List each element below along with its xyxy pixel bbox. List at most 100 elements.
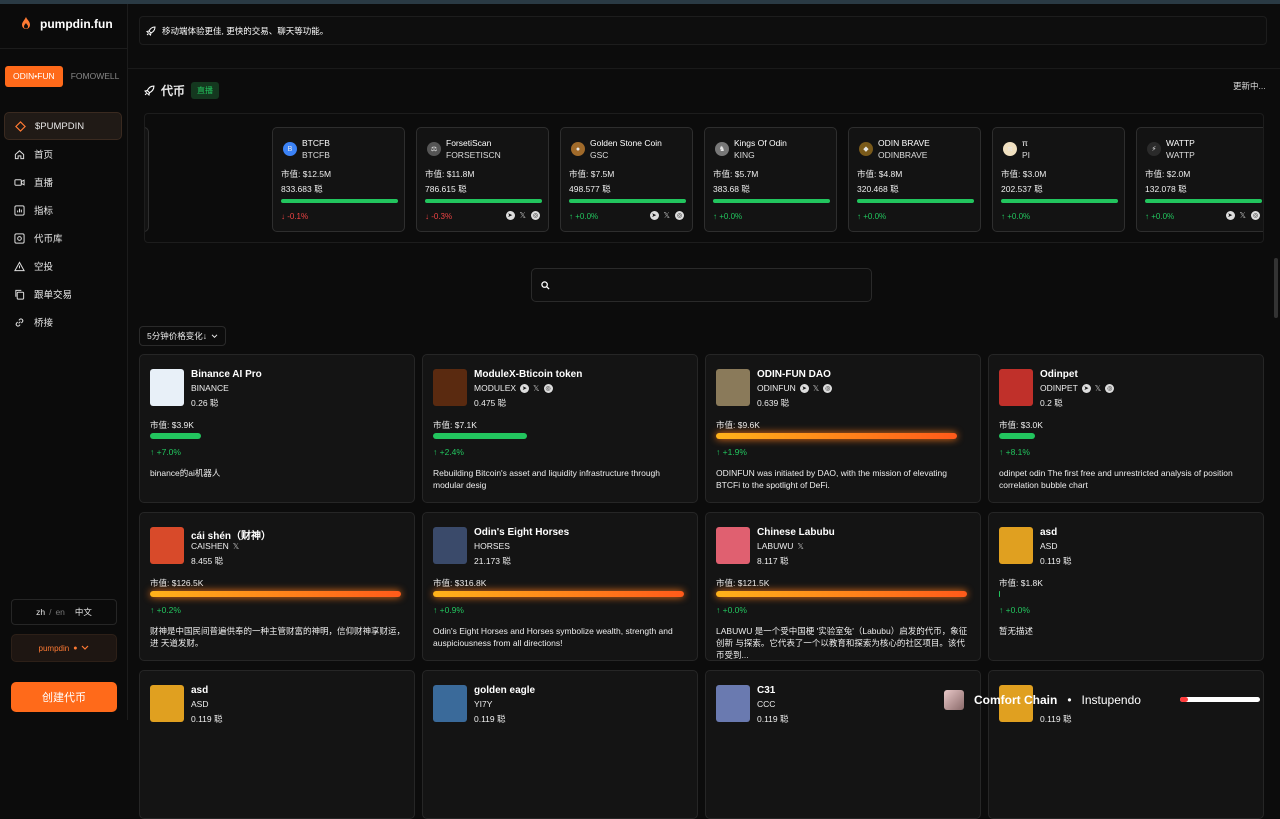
progress-bar xyxy=(569,199,686,203)
ticker-card[interactable]: ♞ Kings Of Odin KING 市值: $5.7M 383.68 聪 ↑ +0.… xyxy=(704,127,837,232)
scrollbar[interactable] xyxy=(1274,258,1278,318)
token-symbol-row: ODINPET ➤ 𝕏 ◎ xyxy=(1040,383,1115,393)
token-symbol-row: HORSES xyxy=(474,541,510,551)
sort-dropdown[interactable]: 5分钟价格变化↓ xyxy=(139,326,226,346)
token-card[interactable]: asd ASD 0.119 聪市值: $1.8K ↑ +0.0% 暂无描述 xyxy=(988,512,1264,661)
bonding-progress-bar xyxy=(999,433,1035,439)
wallet-name: pumpdin xyxy=(38,643,70,653)
x-icon[interactable]: 𝕏 xyxy=(533,384,539,393)
globe-icon[interactable]: ◎ xyxy=(1251,211,1260,220)
telegram-icon[interactable]: ➤ xyxy=(1225,211,1235,220)
token-image xyxy=(716,527,750,564)
search-input[interactable] xyxy=(531,268,872,302)
token-name: Kings Of Odin xyxy=(734,138,787,148)
lang-en[interactable]: en xyxy=(55,607,64,617)
social-links: ➤ 𝕏 ◎ xyxy=(505,211,540,220)
price-sats: 0.26 聪 xyxy=(191,398,219,408)
telegram-icon[interactable]: ➤ xyxy=(520,383,530,393)
x-icon[interactable]: 𝕏 xyxy=(233,542,239,551)
price-change: ↑ +8.1% xyxy=(999,447,1030,457)
sidebar-item-label: 直播 xyxy=(34,178,54,189)
token-name: π xyxy=(1022,138,1028,148)
token-image xyxy=(433,685,467,722)
token-name: Odin's Eight Horses xyxy=(474,527,570,538)
search-icon xyxy=(541,281,550,290)
progress-bar[interactable] xyxy=(1180,697,1260,702)
market-cap: 市值: $12.5M xyxy=(281,169,332,179)
ticker-card[interactable]: ◆ ODIN BRAVE ODINBRAVE 市值: $4.8M 320.468 聪 ↑ … xyxy=(848,127,981,232)
token-description: LABUWU 是一个受中国梗 '实验室兔'（Labubu）启发的代币，象征创新 … xyxy=(716,626,968,660)
progress-fill xyxy=(1180,697,1188,702)
price-sats: 132.078 聪 xyxy=(1145,184,1187,194)
telegram-icon[interactable]: ➤ xyxy=(649,211,659,220)
ticker-card[interactable]: ● Golden Stone Coin GSC 市值: $7.5M 498.577 聪 ↑… xyxy=(560,127,693,232)
sidebar-item-bridge[interactable]: 桥接 xyxy=(4,308,122,336)
progress-bar xyxy=(1001,199,1118,203)
wallet-button[interactable]: pumpdin ● xyxy=(11,634,117,662)
token-card[interactable]: Odinpet ODINPET ➤ 𝕏 ◎ 0.2 聪市值: $3.0K ↑ +8.1% od… xyxy=(988,354,1264,503)
price-sats: 202.537 聪 xyxy=(1001,184,1043,194)
token-card[interactable]: golden eagle YI7Y 0.119 聪 xyxy=(422,670,698,819)
globe-icon[interactable]: ◎ xyxy=(675,211,684,220)
globe-icon[interactable]: ◎ xyxy=(823,383,833,393)
token-icon: ⚡ xyxy=(1147,142,1161,156)
token-card[interactable]: Odin's Eight Horses HORSES 21.173 聪市值: $31… xyxy=(422,512,698,661)
price-change: ↑ +0.0% xyxy=(857,212,887,221)
token-symbol: KING xyxy=(734,150,755,160)
sidebar-item-airdrop[interactable]: 空投 xyxy=(4,252,122,280)
price-sats: 0.119 聪 xyxy=(1040,556,1072,566)
language-switch[interactable]: zh / en 中文 xyxy=(11,599,117,625)
market-cap: 市值: $316.8K xyxy=(433,578,487,588)
telegram-icon[interactable]: ➤ xyxy=(799,383,809,393)
token-name: ODIN-FUN DAO xyxy=(757,369,831,380)
x-icon[interactable]: 𝕏 xyxy=(1240,211,1246,220)
token-card[interactable]: Chinese Labubu LABUWU 𝕏 8.117 聪市值: $121.5K ↑… xyxy=(705,512,981,661)
sidebar-item-metrics[interactable]: 指标 xyxy=(4,196,122,224)
ticker-card[interactable]: π π PI 市值: $3.0M 202.537 聪 ↑ +0.0% xyxy=(992,127,1125,232)
globe-icon[interactable]: ◎ xyxy=(1105,383,1115,393)
telegram-icon[interactable]: ➤ xyxy=(505,211,515,220)
sidebar-item-home[interactable]: 首页 xyxy=(4,140,122,168)
app-logo[interactable]: pumpdin.fun xyxy=(20,17,113,31)
token-description: ODINFUN was initiated by DAO, with the m… xyxy=(716,468,948,490)
sidebar-item-library[interactable]: 代币库 xyxy=(4,224,122,252)
token-symbol: BINANCE xyxy=(191,383,229,393)
divider xyxy=(128,68,1280,69)
token-symbol: ASD xyxy=(191,699,209,709)
chevron-down-icon xyxy=(82,645,89,650)
token-image xyxy=(999,369,1033,406)
token-card[interactable]: asd ASD 0.119 聪 xyxy=(139,670,415,819)
token-symbol: FORSETISCN xyxy=(446,150,501,160)
sidebar-item-pumpdin[interactable]: $PUMPDIN xyxy=(4,112,122,140)
token-card[interactable]: C31 CCC 0.119 聪 xyxy=(705,670,981,819)
token-symbol-row: LABUWU 𝕏 xyxy=(757,541,804,551)
lang-zh[interactable]: zh xyxy=(36,607,45,617)
platform-fomowell-button[interactable]: FOMOWELL xyxy=(63,66,128,87)
x-icon[interactable]: 𝕏 xyxy=(813,384,819,393)
x-icon[interactable]: 𝕏 xyxy=(797,542,803,551)
x-icon[interactable]: 𝕏 xyxy=(664,211,670,220)
platform-odinfun-button[interactable]: ODIN•FUN xyxy=(5,66,63,87)
toast-dot: • xyxy=(1067,693,1072,707)
token-card[interactable]: Binance AI Pro BINANCE 0.26 聪市值: $3.9K ↑ +7… xyxy=(139,354,415,503)
create-token-button[interactable]: 创建代币 xyxy=(11,682,117,712)
globe-icon[interactable]: ◎ xyxy=(543,383,553,393)
token-card[interactable]: ODIN-FUN DAO ODINFUN ➤ 𝕏 ◎ 0.639 聪市值: $9.6K ↑ … xyxy=(705,354,981,503)
globe-icon[interactable]: ◎ xyxy=(531,211,540,220)
token-card[interactable]: ModuleX-Bticoin token MODULEX ➤ 𝕏 ◎ 0.475 聪市值… xyxy=(422,354,698,503)
ticker-card[interactable]: B BTCFB BTCFB 市值: $12.5M 833.683 聪 ↓ -0.1% xyxy=(272,127,405,232)
token-card[interactable]: cái shén（财神） CAISHEN 𝕏 8.455 聪市值: $126.5K ↑ … xyxy=(139,512,415,661)
ticker-card[interactable]: ⚡ WATTP WATTP 市值: $2.0M 132.078 聪 ↑ +0.0% ➤ 𝕏 ◎ xyxy=(1136,127,1263,232)
ticker-card[interactable]: ⚖ ForsetiScan FORSETISCN 市值: $11.8M 786.615 … xyxy=(416,127,549,232)
token-symbol-row: CCC xyxy=(757,699,775,709)
x-icon[interactable]: 𝕏 xyxy=(520,211,526,220)
sidebar-item-live[interactable]: 直播 xyxy=(4,168,122,196)
x-icon[interactable]: 𝕏 xyxy=(1095,384,1101,393)
market-cap: 市值: $121.5K xyxy=(716,578,770,588)
token-symbol: HORSES xyxy=(474,541,510,551)
telegram-icon[interactable]: ➤ xyxy=(1081,383,1091,393)
ticker-card[interactable]: 🐱BitcatBITCAT市值: $21.7M50.352 聪+0.0%𝕏 xyxy=(145,127,149,232)
token-symbol-row: ASD xyxy=(1040,541,1057,551)
sidebar-item-copy-trade[interactable]: 跟单交易 xyxy=(4,280,122,308)
now-playing-toast[interactable]: Comfort Chain • Instupendo xyxy=(944,688,1270,712)
